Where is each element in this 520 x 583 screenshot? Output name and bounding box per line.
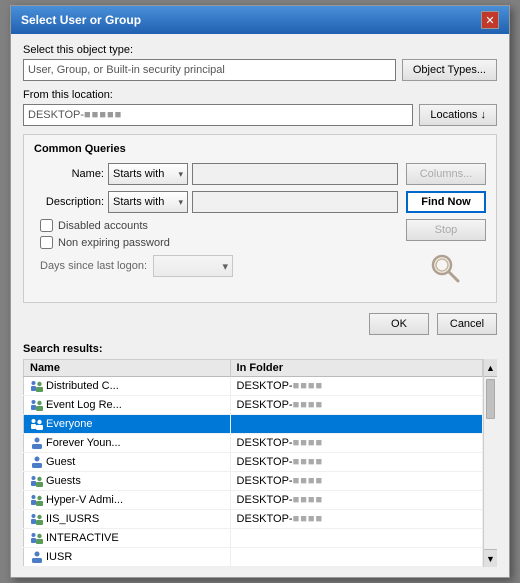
- location-value: DESKTOP-: [28, 109, 84, 121]
- non-expiring-row: Non expiring password: [34, 236, 398, 249]
- non-expiring-checkbox[interactable]: [40, 236, 53, 249]
- queries-right: Columns... Find Now Stop: [406, 163, 486, 294]
- name-filter-select[interactable]: Starts with ▾: [108, 163, 188, 185]
- result-name: Hyper-V Admi...: [24, 491, 231, 510]
- object-type-input[interactable]: [23, 59, 396, 81]
- desc-label: Description:: [34, 196, 104, 208]
- days-label: Days since last logon:: [40, 260, 147, 272]
- object-type-row: Object Types...: [23, 59, 497, 81]
- desc-filter-arrow: ▾: [178, 197, 183, 208]
- result-name: Guests: [24, 472, 231, 491]
- table-row[interactable]: Forever Youn...DESKTOP-■■■■: [24, 434, 483, 453]
- queries-left: Name: Starts with ▾ Description: Starts …: [34, 163, 398, 294]
- result-name: Guest: [24, 453, 231, 472]
- search-results-label: Search results:: [23, 343, 497, 355]
- result-folder: DESKTOP-■■■■: [230, 491, 482, 510]
- disabled-accounts-row: Disabled accounts: [34, 219, 398, 232]
- result-folder: DESKTOP-■■■■: [230, 453, 482, 472]
- disabled-accounts-label: Disabled accounts: [58, 220, 148, 232]
- table-row[interactable]: Event Log Re...DESKTOP-■■■■: [24, 396, 483, 415]
- ok-button[interactable]: OK: [369, 313, 429, 335]
- select-user-dialog: Select User or Group ✕ Select this objec…: [10, 5, 510, 578]
- location-label: From this location:: [23, 89, 497, 101]
- result-folder: DESKTOP-■■■■: [230, 377, 482, 396]
- result-folder: DESKTOP-■■■■: [230, 434, 482, 453]
- table-row[interactable]: Distributed C...DESKTOP-■■■■: [24, 377, 483, 396]
- dialog-body: Select this object type: Object Types...…: [11, 34, 509, 577]
- name-filter-arrow: ▾: [178, 169, 183, 180]
- find-now-button[interactable]: Find Now: [406, 191, 486, 213]
- result-name: Distributed C...: [24, 377, 231, 396]
- name-label: Name:: [34, 168, 104, 180]
- name-value-input[interactable]: [192, 163, 398, 185]
- queries-main: Name: Starts with ▾ Description: Starts …: [34, 163, 486, 294]
- table-row[interactable]: Everyone: [24, 415, 483, 434]
- result-name: INTERACTIVE: [24, 529, 231, 548]
- common-queries-title: Common Queries: [34, 143, 486, 155]
- result-folder: DESKTOP-■■■■: [230, 472, 482, 491]
- desc-filter-select[interactable]: Starts with ▾: [108, 191, 188, 213]
- result-folder: [230, 415, 482, 434]
- result-name: IUSR: [24, 548, 231, 567]
- table-row[interactable]: INTERACTIVE: [24, 529, 483, 548]
- desc-value-input[interactable]: [192, 191, 398, 213]
- vertical-scrollbar[interactable]: ▲ ▼: [483, 359, 497, 567]
- stop-button[interactable]: Stop: [406, 219, 486, 241]
- days-arrow: ▾: [222, 260, 228, 273]
- scroll-thumb[interactable]: [486, 379, 495, 419]
- table-row[interactable]: GuestsDESKTOP-■■■■: [24, 472, 483, 491]
- results-table: Name In Folder Distributed C...DESKTOP-■…: [23, 359, 483, 567]
- col-folder: In Folder: [230, 360, 482, 377]
- title-bar: Select User or Group ✕: [11, 6, 509, 34]
- table-row[interactable]: IUSR: [24, 548, 483, 567]
- common-queries-section: Common Queries Name: Starts with ▾ De: [23, 134, 497, 303]
- cancel-button[interactable]: Cancel: [437, 313, 497, 335]
- ok-cancel-row: OK Cancel: [23, 313, 497, 335]
- table-row[interactable]: IIS_IUSRSDESKTOP-■■■■: [24, 510, 483, 529]
- result-folder: [230, 548, 482, 567]
- results-container: Name In Folder Distributed C...DESKTOP-■…: [23, 359, 497, 567]
- columns-button[interactable]: Columns...: [406, 163, 486, 185]
- dialog-title: Select User or Group: [21, 13, 141, 27]
- non-expiring-label: Non expiring password: [58, 237, 170, 249]
- desc-query-row: Description: Starts with ▾: [34, 191, 398, 213]
- result-name: IIS_IUSRS: [24, 510, 231, 529]
- table-row[interactable]: Hyper-V Admi...DESKTOP-■■■■: [24, 491, 483, 510]
- name-query-row: Name: Starts with ▾: [34, 163, 398, 185]
- table-row[interactable]: GuestDESKTOP-■■■■: [24, 453, 483, 472]
- result-folder: [230, 529, 482, 548]
- object-types-button[interactable]: Object Types...: [402, 59, 497, 81]
- object-type-label: Select this object type:: [23, 44, 497, 56]
- name-filter-value: Starts with: [113, 168, 164, 180]
- scroll-down-btn[interactable]: ▼: [484, 549, 497, 567]
- result-folder: DESKTOP-■■■■: [230, 396, 482, 415]
- results-body: Distributed C...DESKTOP-■■■■ Event Log R…: [24, 377, 483, 567]
- results-header: Name In Folder: [24, 360, 483, 377]
- location-blur: ■■■■■: [84, 109, 122, 121]
- location-row: DESKTOP-■■■■■ Locations ↓: [23, 104, 497, 126]
- location-input[interactable]: DESKTOP-■■■■■: [23, 104, 413, 126]
- locations-button[interactable]: Locations ↓: [419, 104, 497, 126]
- close-button[interactable]: ✕: [481, 11, 499, 29]
- result-folder: DESKTOP-■■■■: [230, 510, 482, 529]
- days-row: Days since last logon: ▾: [34, 255, 398, 277]
- result-name: Forever Youn...: [24, 434, 231, 453]
- days-select: ▾: [153, 255, 233, 277]
- result-name: Everyone: [24, 415, 231, 434]
- scroll-up-btn[interactable]: ▲: [484, 359, 497, 377]
- desc-filter-value: Starts with: [113, 196, 164, 208]
- search-icon: [406, 251, 486, 294]
- disabled-accounts-checkbox[interactable]: [40, 219, 53, 232]
- result-name: Event Log Re...: [24, 396, 231, 415]
- col-name: Name: [24, 360, 231, 377]
